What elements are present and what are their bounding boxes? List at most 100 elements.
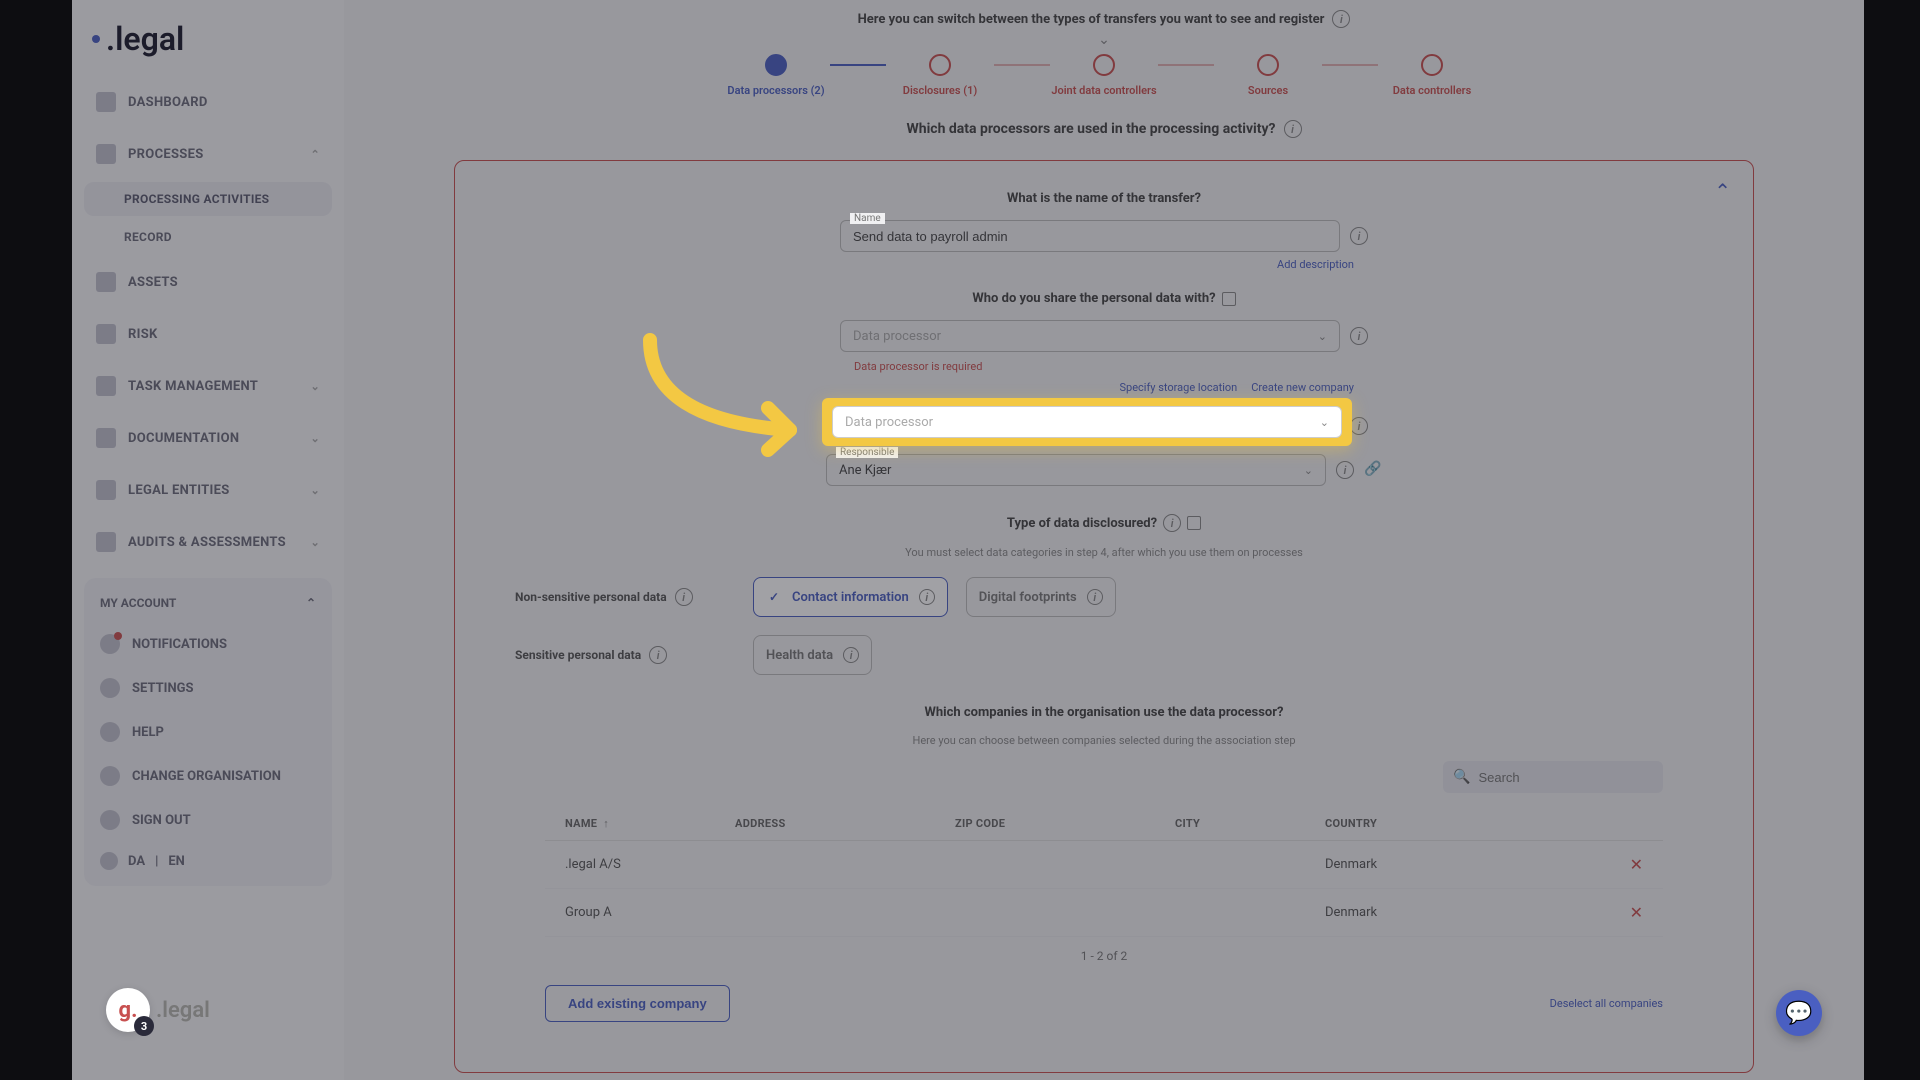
info-icon[interactable]: i xyxy=(1087,589,1103,605)
col-name[interactable]: NAME↑ xyxy=(565,817,735,830)
step-data-controllers[interactable]: Data controllers xyxy=(1378,54,1486,98)
info-icon[interactable]: i xyxy=(649,646,667,664)
q-companies: Which companies in the organisation use … xyxy=(515,705,1693,720)
nav-audits[interactable]: AUDITS & ASSESSMENTS⌄ xyxy=(84,518,332,566)
info-icon[interactable]: i xyxy=(1336,461,1354,479)
search-icon: 🔍 xyxy=(1453,769,1470,785)
companies-help: Here you can choose between companies se… xyxy=(515,734,1693,747)
info-icon[interactable]: i xyxy=(1350,417,1368,435)
nav-task-management[interactable]: TASK MANAGEMENT⌄ xyxy=(84,362,332,410)
guide-bubble[interactable]: g.3 xyxy=(106,988,150,1032)
col-zip[interactable]: ZIP CODE xyxy=(955,817,1175,830)
q-share: Who do you share the personal data with? xyxy=(515,291,1693,306)
nav-assets[interactable]: ASSETS xyxy=(84,258,332,306)
chevron-up-icon: ⌃ xyxy=(306,596,316,610)
account-block: MY ACCOUNT⌃ NOTIFICATIONS SETTINGS HELP … xyxy=(84,578,332,886)
language-switcher[interactable]: DA|EN xyxy=(90,842,326,880)
add-company-button[interactable]: Add existing company xyxy=(545,985,730,1022)
nav-processing-activities[interactable]: PROCESSING ACTIVITIES xyxy=(84,182,332,216)
add-description-link[interactable]: Add description xyxy=(1277,258,1354,271)
guide-badge: 3 xyxy=(134,1016,154,1036)
nav-help[interactable]: HELP xyxy=(90,710,326,754)
dp-error: Data processor is required xyxy=(854,360,1354,373)
nav-change-org[interactable]: CHANGE ORGANISATION xyxy=(90,754,326,798)
nonsensitive-label: Non-sensitive personal datai xyxy=(515,588,735,606)
sensitive-label: Sensitive personal datai xyxy=(515,646,735,664)
clipboard-icon xyxy=(1222,292,1236,306)
chevron-down-icon[interactable]: ⌄ xyxy=(344,32,1864,48)
sort-asc-icon: ↑ xyxy=(603,817,609,830)
sidebar: .legal DASHBOARD PROCESSES⌃ PROCESSING A… xyxy=(72,0,344,1080)
info-icon[interactable]: i xyxy=(919,589,935,605)
clipboard-icon xyxy=(1187,516,1201,530)
nav-settings[interactable]: SETTINGS xyxy=(90,666,326,710)
nav-risk[interactable]: RISK xyxy=(84,310,332,358)
chevron-down-icon: ⌄ xyxy=(310,536,320,549)
tutorial-highlight: Data processor⌄ xyxy=(822,398,1352,446)
globe-icon xyxy=(100,852,118,870)
transfer-card: ⌃ What is the name of the transfer? Name… xyxy=(454,160,1754,1073)
mini-logo: .legal xyxy=(156,998,210,1023)
collapse-button[interactable]: ⌃ xyxy=(1714,179,1731,203)
step-data-processors[interactable]: Data processors (2) xyxy=(722,54,830,98)
col-country[interactable]: COUNTRY xyxy=(1325,817,1613,830)
transfer-type-steps: Data processors (2) Disclosures (1) Join… xyxy=(344,54,1864,98)
specify-storage-link[interactable]: Specify storage location xyxy=(1120,381,1238,394)
nav-sign-out[interactable]: SIGN OUT xyxy=(90,798,326,842)
check-icon: ✓ xyxy=(766,589,782,605)
step-disclosures[interactable]: Disclosures (1) xyxy=(886,54,994,98)
data-processor-select-highlighted[interactable]: Data processor⌄ xyxy=(832,406,1342,438)
entities-icon xyxy=(96,480,116,500)
chat-icon: 💬 xyxy=(1785,1001,1812,1026)
table-row: Group ADenmark✕ xyxy=(545,889,1663,937)
chevron-down-icon: ⌄ xyxy=(1304,464,1313,477)
info-icon[interactable]: i xyxy=(1350,227,1368,245)
nav-processes[interactable]: PROCESSES⌃ xyxy=(84,130,332,178)
delete-row-button[interactable]: ✕ xyxy=(1613,855,1643,874)
gear-icon xyxy=(100,678,120,698)
responsible-label: Responsible xyxy=(836,447,898,458)
assets-icon xyxy=(96,272,116,292)
nav-notifications[interactable]: NOTIFICATIONS xyxy=(90,622,326,666)
type-help: You must select data categories in step … xyxy=(515,546,1693,559)
chevron-down-icon: ⌄ xyxy=(1318,330,1327,343)
info-icon[interactable]: i xyxy=(675,588,693,606)
step-joint-controllers[interactable]: Joint data controllers xyxy=(1050,54,1158,98)
responsible-select[interactable]: Ane Kjær⌄ xyxy=(826,454,1326,486)
name-field-label: Name xyxy=(850,213,885,224)
chip-digital[interactable]: Digital footprintsi xyxy=(966,577,1116,617)
bell-icon xyxy=(100,634,120,654)
nav-legal-entities[interactable]: LEGAL ENTITIES⌄ xyxy=(84,466,332,514)
chevron-down-icon: ⌄ xyxy=(1320,416,1329,429)
name-input[interactable] xyxy=(840,220,1340,252)
account-head[interactable]: MY ACCOUNT⌃ xyxy=(90,584,326,622)
nav-record[interactable]: RECORD xyxy=(84,220,332,254)
q-type: Type of data disclosured?i xyxy=(515,514,1693,532)
create-company-link[interactable]: Create new company xyxy=(1251,381,1354,394)
companies-table: NAME↑ ADDRESS ZIP CODE CITY COUNTRY .leg… xyxy=(545,807,1663,975)
search-input[interactable] xyxy=(1478,770,1653,785)
data-processor-select[interactable]: Data processor⌄ xyxy=(840,320,1340,352)
info-icon[interactable]: i xyxy=(843,647,859,663)
nav-documentation[interactable]: DOCUMENTATION⌄ xyxy=(84,414,332,462)
chevron-down-icon: ⌄ xyxy=(310,484,320,497)
sign-out-icon xyxy=(100,810,120,830)
link-icon[interactable]: 🔗 xyxy=(1364,461,1382,479)
chip-health[interactable]: Health datai xyxy=(753,635,872,675)
chat-fab[interactable]: 💬 xyxy=(1776,990,1822,1036)
step-sources[interactable]: Sources xyxy=(1214,54,1322,98)
chip-contact[interactable]: ✓Contact informationi xyxy=(753,577,948,617)
info-icon[interactable]: i xyxy=(1350,327,1368,345)
col-city[interactable]: CITY xyxy=(1175,817,1325,830)
info-icon[interactable]: i xyxy=(1163,514,1181,532)
col-address[interactable]: ADDRESS xyxy=(735,817,955,830)
deselect-all-link[interactable]: Deselect all companies xyxy=(1550,997,1663,1010)
info-icon[interactable]: i xyxy=(1332,10,1350,28)
delete-row-button[interactable]: ✕ xyxy=(1613,903,1643,922)
documentation-icon xyxy=(96,428,116,448)
tasks-icon xyxy=(96,376,116,396)
chevron-up-icon: ⌃ xyxy=(310,148,320,161)
nav-dashboard[interactable]: DASHBOARD xyxy=(84,78,332,126)
info-icon[interactable]: i xyxy=(1284,120,1302,138)
search-box[interactable]: 🔍 xyxy=(1443,761,1663,793)
